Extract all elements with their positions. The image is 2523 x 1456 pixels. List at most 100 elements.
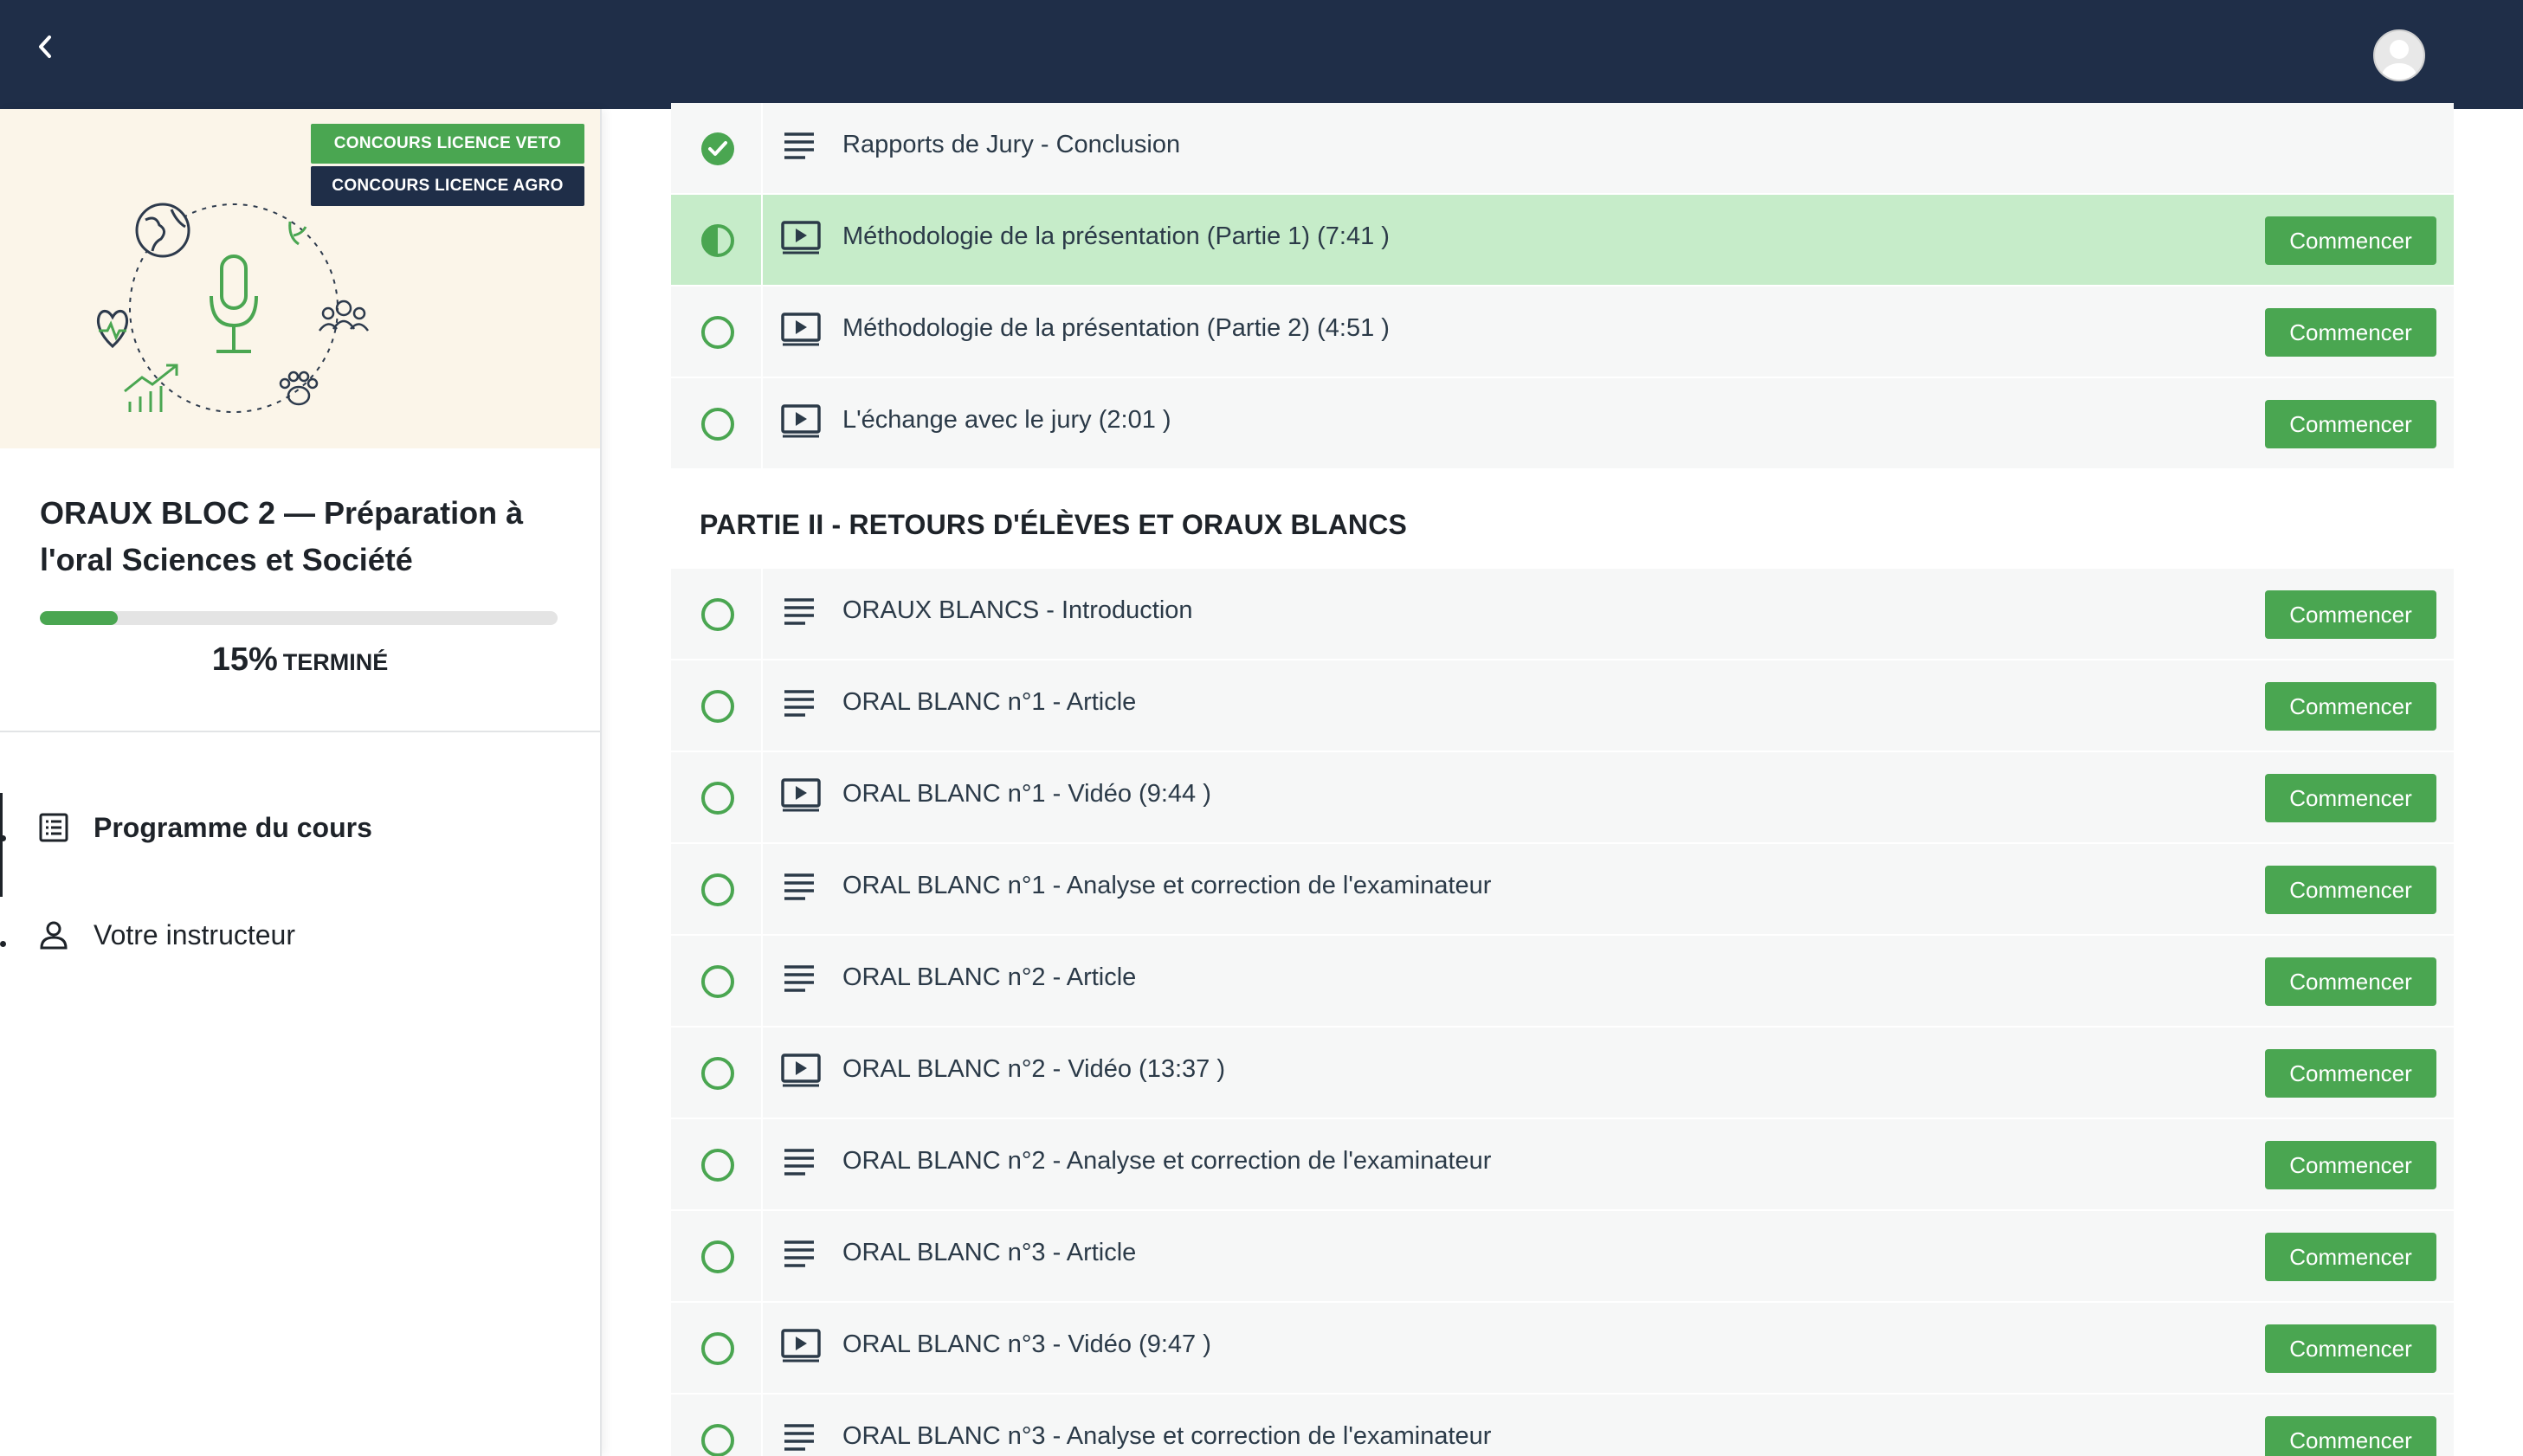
not-started-circle-icon: [701, 1332, 734, 1365]
not-started-circle-icon: [701, 873, 734, 906]
not-started-circle-icon: [701, 316, 734, 349]
start-lesson-button[interactable]: Commencer: [2265, 1049, 2436, 1098]
row-separator: [761, 569, 763, 659]
nav-label-instructor: Votre instructeur: [94, 918, 295, 950]
microphone-icon: [210, 254, 258, 353]
start-lesson-button[interactable]: Commencer: [2265, 866, 2436, 914]
badge-licence-veto: CONCOURS LICENCE VETO: [311, 124, 584, 164]
start-lesson-button[interactable]: Commencer: [2265, 1233, 2436, 1281]
start-lesson-button[interactable]: Commencer: [2265, 216, 2436, 265]
not-started-circle-icon: [701, 598, 734, 631]
row-separator: [761, 844, 763, 934]
lesson-row[interactable]: Méthodologie de la présentation (Partie …: [671, 195, 2454, 285]
growth-chart-icon: [124, 364, 178, 412]
lesson-row[interactable]: ORAL BLANC n°3 - Article Commencer: [671, 1211, 2454, 1301]
not-started-circle-icon: [701, 690, 734, 723]
back-button[interactable]: [26, 28, 64, 66]
lesson-row[interactable]: ORAL BLANC n°1 - Article Commencer: [671, 660, 2454, 751]
start-lesson-button[interactable]: Commencer: [2265, 308, 2436, 357]
start-lesson-button[interactable]: Commencer: [2265, 1324, 2436, 1373]
lesson-title: ORAL BLANC n°3 - Analyse et correction d…: [842, 1422, 1492, 1450]
lesson-row[interactable]: Rapports de Jury - Conclusion: [671, 103, 2454, 193]
start-lesson-button[interactable]: Commencer: [2265, 590, 2436, 639]
course-title: ORAUX BLOC 2 — Préparation à l'oral Scie…: [40, 495, 524, 577]
top-bar: [0, 0, 2523, 109]
lesson-title: ORAUX BLANCS - Introduction: [842, 596, 1193, 624]
in-progress-circle-icon: [701, 224, 734, 257]
course-hero-image: CONCOURS LICENCE VETO CONCOURS LICENCE A…: [0, 109, 600, 448]
text-lesson-icon: [784, 965, 814, 992]
row-separator: [761, 752, 763, 842]
video-lesson-icon: [781, 1329, 821, 1363]
not-started-circle-icon: [701, 1424, 734, 1456]
row-separator: [761, 1303, 763, 1393]
lesson-title: Méthodologie de la présentation (Partie …: [842, 314, 1390, 342]
avatar[interactable]: [2373, 29, 2425, 81]
heart-icon: [96, 310, 129, 349]
oral-illustration: [96, 203, 370, 413]
lesson-title: Rapports de Jury - Conclusion: [842, 131, 1181, 158]
row-separator: [761, 1395, 763, 1456]
row-separator: [761, 103, 763, 193]
text-lesson-icon: [784, 132, 814, 159]
not-started-circle-icon: [701, 408, 734, 441]
row-separator: [761, 1119, 763, 1209]
lesson-row[interactable]: L'échange avec le jury (2:01 ) Commencer: [671, 378, 2454, 468]
video-lesson-icon: [781, 1053, 821, 1087]
not-started-circle-icon: [701, 782, 734, 815]
lesson-row[interactable]: ORAL BLANC n°3 - Analyse et correction d…: [671, 1395, 2454, 1456]
row-separator: [761, 287, 763, 377]
lesson-row[interactable]: ORAL BLANC n°2 - Vidéo (13:37 ) Commencer: [671, 1028, 2454, 1118]
lesson-title: ORAL BLANC n°3 - Article: [842, 1239, 1137, 1266]
lesson-title: ORAL BLANC n°2 - Article: [842, 963, 1137, 991]
start-lesson-button[interactable]: Commencer: [2265, 682, 2436, 731]
row-separator: [761, 936, 763, 1026]
row-separator: [761, 1211, 763, 1301]
lesson-row[interactable]: ORAUX BLANCS - Introduction Commencer: [671, 569, 2454, 659]
nav-course-curriculum[interactable]: Programme du cours: [0, 793, 600, 897]
progress-bar: [40, 611, 558, 625]
video-lesson-icon: [781, 312, 821, 346]
start-lesson-button[interactable]: Commencer: [2265, 1416, 2436, 1456]
progress-status: TERMINÉ: [282, 649, 389, 675]
lesson-title: ORAL BLANC n°1 - Analyse et correction d…: [842, 872, 1492, 899]
lesson-title: ORAL BLANC n°1 - Article: [842, 688, 1137, 716]
curriculum-list: Rapports de Jury - Conclusion Méthodologi…: [671, 103, 2455, 1456]
lesson-title: ORAL BLANC n°3 - Vidéo (9:47 ): [842, 1330, 1211, 1358]
start-lesson-button[interactable]: Commencer: [2265, 1141, 2436, 1189]
not-started-circle-icon: [701, 1149, 734, 1182]
lesson-row[interactable]: ORAL BLANC n°1 - Analyse et correction d…: [671, 844, 2454, 934]
video-lesson-icon: [781, 778, 821, 812]
lesson-title: ORAL BLANC n°2 - Vidéo (13:37 ): [842, 1055, 1225, 1083]
not-started-circle-icon: [701, 1240, 734, 1273]
start-lesson-button[interactable]: Commencer: [2265, 774, 2436, 822]
lesson-title: L'échange avec le jury (2:01 ): [842, 406, 1171, 434]
not-started-circle-icon: [701, 965, 734, 998]
sidebar: CONCOURS LICENCE VETO CONCOURS LICENCE A…: [0, 109, 602, 1456]
text-lesson-icon: [784, 1240, 814, 1267]
leaf-icon: [288, 221, 307, 246]
row-separator: [761, 378, 763, 468]
lesson-row[interactable]: ORAL BLANC n°1 - Vidéo (9:44 ) Commencer: [671, 752, 2454, 842]
progress-percent: 15%: [211, 641, 278, 678]
row-separator: [761, 195, 763, 285]
section-title: PARTIE II - RETOURS D'ÉLÈVES ET ORAUX BL…: [700, 509, 1408, 540]
lesson-title: ORAL BLANC n°1 - Vidéo (9:44 ): [842, 780, 1211, 808]
nav-label-curriculum: Programme du cours: [94, 811, 372, 843]
lesson-row[interactable]: ORAL BLANC n°2 - Article Commencer: [671, 936, 2454, 1026]
sidebar-divider: [0, 731, 600, 732]
nav-instructor[interactable]: Votre instructeur: [0, 900, 600, 970]
globe-icon: [135, 203, 190, 258]
progress-label: 15% TERMINÉ: [0, 641, 600, 679]
text-lesson-icon: [784, 598, 814, 625]
lesson-row[interactable]: Méthodologie de la présentation (Partie …: [671, 287, 2454, 377]
start-lesson-button[interactable]: Commencer: [2265, 400, 2436, 448]
user-avatar-icon: [2382, 40, 2417, 80]
video-lesson-icon: [781, 404, 821, 438]
nav-indicator-dot: [0, 941, 6, 947]
nav-indicator-dot: [0, 835, 6, 841]
start-lesson-button[interactable]: Commencer: [2265, 957, 2436, 1006]
completed-check-icon: [701, 132, 734, 165]
lesson-row[interactable]: ORAL BLANC n°3 - Vidéo (9:47 ) Commencer: [671, 1303, 2454, 1393]
lesson-row[interactable]: ORAL BLANC n°2 - Analyse et correction d…: [671, 1119, 2454, 1209]
